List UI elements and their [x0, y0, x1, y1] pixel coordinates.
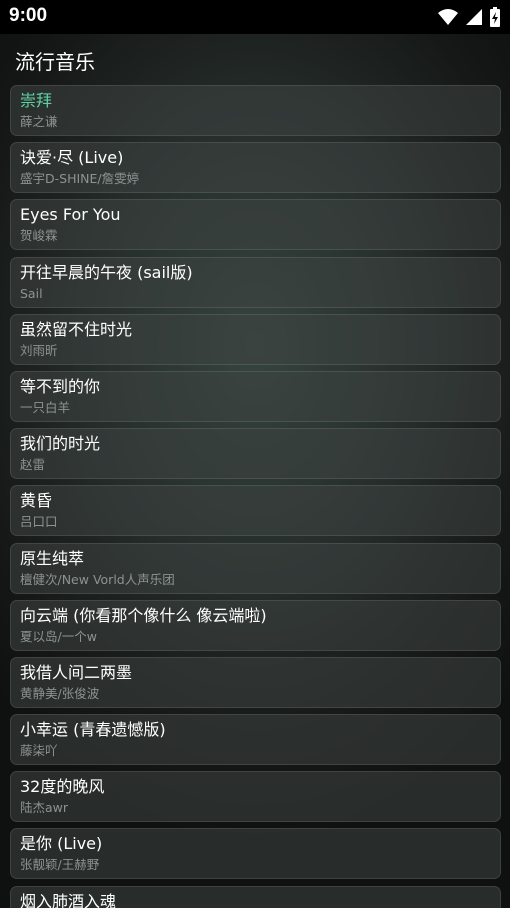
song-title: 等不到的你 [20, 376, 101, 396]
song-title: 小幸运 (青春遗憾版) [20, 720, 166, 740]
song-artist: 黄静美/张俊波 [20, 685, 100, 701]
song-list-item[interactable]: 黄昏 吕口口 [10, 485, 501, 537]
song-title: 诀爱·尽 (Live) [20, 148, 124, 168]
wifi-icon [437, 7, 459, 27]
song-list-item[interactable]: 诀爱·尽 (Live) 盛宇D-SHINE/詹雯婷 [10, 142, 501, 194]
song-title: 烟入肺酒入魂 [20, 891, 117, 908]
song-list-item[interactable]: 是你 (Live) 张靓颖/王赫野 [10, 828, 501, 880]
page-title: 流行音乐 [15, 50, 95, 74]
song-artist: 檀健次/New Vorld人声乐团 [20, 571, 175, 587]
song-title: 虽然留不住时光 [20, 319, 133, 339]
song-list-item[interactable]: 我借人间二两墨黄静美/张俊波 [10, 656, 501, 708]
song-title: 32度的晚风 [20, 777, 105, 797]
status-icons [437, 7, 501, 27]
song-artist: 夏以岛/一个w [20, 628, 97, 644]
song-title: 向云端 (你看那个像什么 像云端啦) [20, 605, 267, 625]
song-title: 我们的时光 [20, 434, 101, 454]
status-time: 9:00 [9, 5, 48, 26]
song-artist: 贺峻霖 [20, 228, 58, 244]
song-artist: 刘雨昕 [20, 342, 58, 358]
song-title: 崇拜 [20, 91, 53, 110]
song-title: 我借人间二两墨 [20, 662, 133, 682]
song-list-item[interactable]: 虽然留不住时光刘雨昕 [10, 313, 501, 365]
song-title: 是你 (Live) [20, 834, 103, 854]
song-list-item[interactable]: 向云端 (你看那个像什么 像云端啦) 夏以岛/一个w [10, 599, 501, 651]
song-title: 原生纯萃 [20, 548, 85, 568]
song-list-item[interactable]: 开往早晨的午夜 (sail版) Sail [10, 256, 501, 308]
cellular-signal-icon [465, 7, 483, 27]
song-list-item[interactable]: 烟入肺酒入魂 [10, 885, 501, 908]
song-title: 黄昏 [20, 491, 53, 511]
song-list-item[interactable]: 崇拜 薛之谦 [10, 85, 501, 136]
status-bar: 9:00 [0, 0, 510, 34]
song-list-item[interactable]: 等不到的你 一只白羊 [10, 370, 501, 422]
song-list-item[interactable]: 原生纯萃檀健次/New Vorld人声乐团 [10, 542, 501, 594]
song-artist: 一只白羊 [20, 399, 71, 415]
song-list-item[interactable]: 32度的晚风陆杰awr [10, 771, 501, 823]
song-list-item[interactable]: Eyes For You 贺峻霖 [10, 199, 501, 251]
battery-charging-icon [489, 7, 501, 27]
song-artist: 薛之谦 [20, 114, 58, 129]
song-artist: Sail [20, 285, 43, 301]
song-title: Eyes For You [20, 205, 121, 225]
song-artist: 张靓颖/王赫野 [20, 857, 100, 873]
song-artist: 陆杰awr [20, 800, 69, 816]
song-title: 开往早晨的午夜 (sail版) [20, 262, 193, 282]
song-artist: 藤柒吖 [20, 743, 58, 759]
song-list-item[interactable]: 我们的时光 赵雷 [10, 428, 501, 480]
song-artist: 吕口口 [20, 514, 58, 530]
song-list-item[interactable]: 小幸运 (青春遗憾版) 藤柒吖 [10, 714, 501, 766]
song-list: 崇拜薛之谦诀爱·尽 (Live) 盛宇D-SHINE/詹雯婷 Eyes For Yo… [10, 85, 501, 908]
song-artist: 赵雷 [20, 457, 46, 473]
song-artist: 盛宇D-SHINE/詹雯婷 [20, 171, 140, 187]
